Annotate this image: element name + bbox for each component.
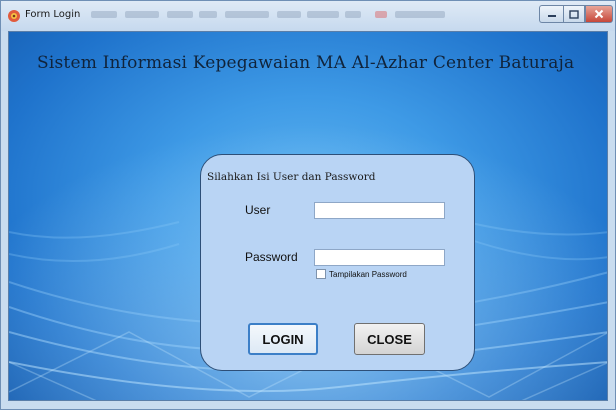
close-button[interactable]: CLOSE: [354, 323, 425, 355]
title-bar[interactable]: Form Login: [1, 1, 615, 31]
background-menu-blur: [167, 11, 193, 18]
background-menu-blur: [345, 11, 361, 18]
app-title: Sistem Informasi Kepegawaian MA Al-Azhar…: [37, 53, 575, 73]
background-menu-blur: [277, 11, 301, 18]
background-menu-blur: [125, 11, 159, 18]
client-area: Sistem Informasi Kepegawaian MA Al-Azhar…: [8, 31, 608, 401]
app-icon: [8, 10, 20, 22]
background-menu-blur: [395, 11, 445, 18]
password-label: Password: [245, 250, 298, 264]
window-title: Form Login: [25, 9, 81, 20]
login-button[interactable]: LOGIN: [248, 323, 318, 355]
show-password-checkbox[interactable]: [316, 269, 326, 279]
login-prompt: Silahkan Isi User dan Password: [207, 171, 376, 183]
background-menu-blur: [307, 11, 339, 18]
minimize-icon: [547, 15, 556, 17]
show-password-option[interactable]: Tampilakan Password: [316, 269, 407, 279]
maximize-icon: [569, 9, 579, 19]
window-close-button[interactable]: [585, 5, 613, 23]
user-input[interactable]: [314, 202, 445, 219]
background-menu-blur: [199, 11, 217, 18]
close-icon: [594, 9, 604, 19]
login-window: Form Login Sistem Informasi Kepegawaian …: [0, 0, 616, 410]
user-label: User: [245, 203, 271, 217]
background-menu-blur: [375, 11, 387, 18]
minimize-button[interactable]: [539, 5, 563, 23]
login-panel: Silahkan Isi User dan Password User Pass…: [200, 154, 475, 371]
maximize-button[interactable]: [563, 5, 585, 23]
background-menu-blur: [91, 11, 117, 18]
background-menu-blur: [225, 11, 269, 18]
password-input[interactable]: [314, 249, 445, 266]
show-password-label: Tampilakan Password: [329, 269, 407, 279]
